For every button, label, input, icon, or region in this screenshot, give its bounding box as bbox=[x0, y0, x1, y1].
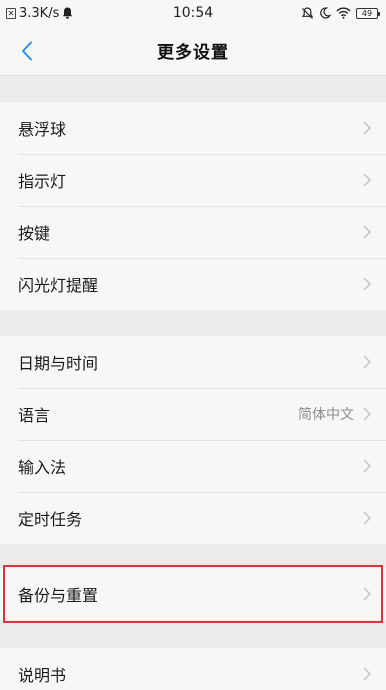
buttons-item[interactable]: 按键 bbox=[0, 206, 386, 258]
language-item[interactable]: 语言 简体中文 bbox=[0, 388, 386, 440]
navigation-bar: 更多设置 bbox=[0, 26, 386, 76]
mute-icon bbox=[301, 6, 314, 19]
item-label: 说明书 bbox=[18, 666, 67, 685]
item-label: 定时任务 bbox=[18, 510, 83, 529]
item-label: 指示灯 bbox=[18, 172, 67, 191]
indicator-light-item[interactable]: 指示灯 bbox=[0, 154, 386, 206]
settings-group-system-controls: 悬浮球 指示灯 按键 闪光灯提醒 bbox=[0, 102, 386, 310]
chevron-right-icon bbox=[363, 121, 372, 135]
current-language-value: 简体中文 bbox=[298, 407, 354, 423]
item-label: 悬浮球 bbox=[18, 120, 67, 139]
date-time-item[interactable]: 日期与时间 bbox=[0, 336, 386, 388]
chevron-right-icon bbox=[363, 355, 372, 369]
settings-screen: ✕ 3.3K/s 10:54 49 更多设置 悬浮球 指示灯 按键 闪光灯提醒 … bbox=[0, 0, 386, 690]
battery-level: 49 bbox=[361, 8, 373, 18]
do-not-disturb-moon-icon bbox=[320, 7, 331, 19]
chevron-right-icon bbox=[363, 277, 372, 291]
status-bar: ✕ 3.3K/s 10:54 49 bbox=[0, 0, 386, 26]
input-method-item[interactable]: 输入法 bbox=[0, 440, 386, 492]
item-label: 备份与重置 bbox=[18, 586, 99, 605]
network-speed: 3.3K/s bbox=[19, 5, 60, 21]
chevron-right-icon bbox=[363, 173, 372, 187]
wifi-icon bbox=[336, 7, 351, 19]
chevron-right-icon bbox=[363, 225, 372, 239]
settings-group-language-time: 日期与时间 语言 简体中文 输入法 定时任务 bbox=[0, 336, 386, 544]
item-label: 日期与时间 bbox=[18, 354, 99, 373]
page-title: 更多设置 bbox=[157, 43, 229, 63]
item-label: 语言 bbox=[18, 406, 51, 425]
chevron-right-icon bbox=[363, 667, 372, 681]
settings-group-backup: 备份与重置 bbox=[0, 568, 386, 620]
chevron-left-icon bbox=[22, 41, 32, 61]
settings-group-manual: 说明书 bbox=[0, 648, 386, 690]
user-manual-item[interactable]: 说明书 bbox=[0, 648, 386, 690]
backup-reset-item[interactable]: 备份与重置 bbox=[0, 568, 386, 620]
chevron-right-icon bbox=[363, 587, 372, 601]
notification-bell-icon bbox=[63, 7, 73, 19]
status-right: 49 bbox=[301, 6, 380, 20]
scheduled-tasks-item[interactable]: 定时任务 bbox=[0, 492, 386, 544]
floating-ball-item[interactable]: 悬浮球 bbox=[0, 102, 386, 154]
item-label: 按键 bbox=[18, 224, 51, 243]
status-left: ✕ 3.3K/s bbox=[6, 6, 126, 21]
back-button[interactable] bbox=[10, 34, 44, 68]
flash-alert-item[interactable]: 闪光灯提醒 bbox=[0, 258, 386, 310]
battery-icon: 49 bbox=[356, 7, 380, 19]
chevron-right-icon bbox=[363, 459, 372, 473]
chevron-right-icon bbox=[363, 511, 372, 525]
item-label: 闪光灯提醒 bbox=[18, 276, 99, 295]
item-label: 输入法 bbox=[18, 458, 67, 477]
chevron-right-icon bbox=[363, 407, 372, 421]
sim-card-icon: ✕ bbox=[6, 7, 16, 19]
